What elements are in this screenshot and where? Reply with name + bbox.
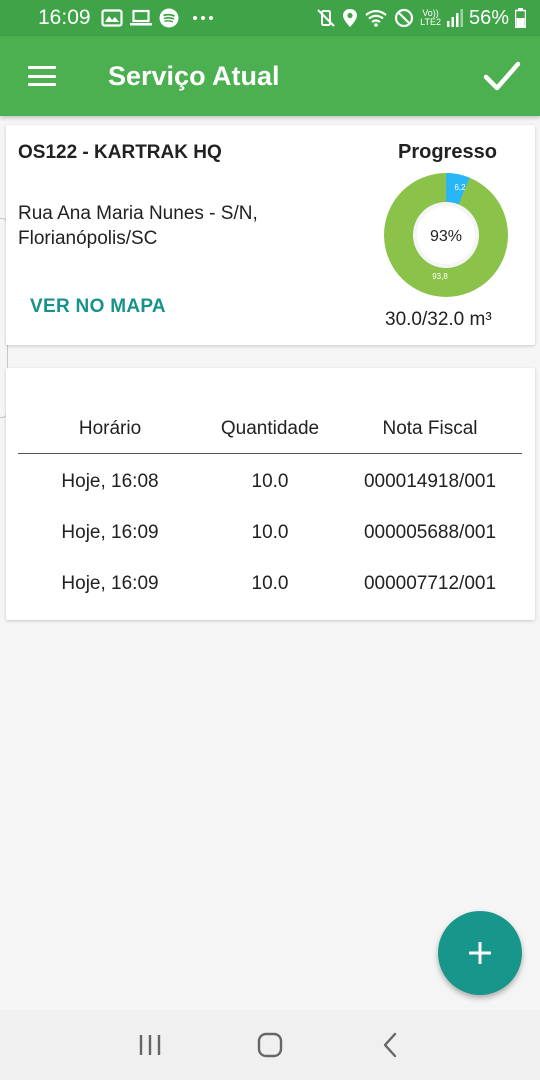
cell-invoice: 000007712/001 xyxy=(363,573,497,594)
cell-invoice: 000005688/001 xyxy=(363,522,497,543)
battery-icon xyxy=(515,8,526,28)
back-icon xyxy=(383,1032,397,1058)
recent-apps-button[interactable] xyxy=(130,1025,170,1065)
mute-vibrate-icon xyxy=(317,9,335,27)
volte-indicator: Vo)) LTE2 xyxy=(420,8,441,27)
notification-icons xyxy=(100,8,214,28)
battery-percent: 56% xyxy=(468,6,509,29)
volume-readout: 30.0/32.0 m³ xyxy=(385,309,492,330)
header-quantity: Quantidade xyxy=(220,418,320,439)
progress-title: Progresso xyxy=(398,141,497,163)
menu-icon[interactable] xyxy=(28,66,56,86)
service-card: OS122 - KARTRAK HQ Rua Ana Maria Nunes -… xyxy=(6,125,535,345)
table-row: Hoje, 16:09 10.0 000005688/001 xyxy=(18,522,522,544)
laptop-icon xyxy=(129,9,152,26)
status-bar: 16:09 Vo)) LTE2 56% xyxy=(0,0,540,36)
back-button[interactable] xyxy=(370,1025,410,1065)
plus-icon xyxy=(469,942,491,964)
table-row: Hoje, 16:08 10.0 000014918/001 xyxy=(18,471,522,493)
header-time: Horário xyxy=(78,418,142,439)
recent-apps-icon xyxy=(139,1035,161,1055)
cell-quantity: 10.0 xyxy=(251,573,289,594)
signal-icon xyxy=(446,9,463,27)
app-bar: Serviço Atual xyxy=(0,36,540,116)
blocked-icon xyxy=(395,8,414,28)
cell-time: Hoje, 16:09 xyxy=(61,522,159,543)
location-icon xyxy=(343,9,358,27)
gallery-icon xyxy=(100,9,123,27)
home-button[interactable] xyxy=(250,1025,290,1065)
table-header: Horário Quantidade Nota Fiscal xyxy=(18,418,522,454)
service-address: Rua Ana Maria Nunes - S/N, Florianópolis… xyxy=(18,203,258,249)
cell-quantity: 10.0 xyxy=(251,471,289,492)
add-delivery-button[interactable] xyxy=(438,911,522,995)
cell-invoice: 000014918/001 xyxy=(363,471,497,492)
spotify-icon xyxy=(159,8,179,28)
deliveries-table: Horário Quantidade Nota Fiscal Hoje, 16:… xyxy=(6,368,535,620)
wifi-icon xyxy=(365,9,387,27)
cell-time: Hoje, 16:08 xyxy=(61,471,159,492)
cell-time: Hoje, 16:09 xyxy=(61,573,159,594)
check-icon[interactable] xyxy=(482,56,522,96)
status-time: 16:09 xyxy=(38,6,91,29)
header-invoice: Nota Fiscal xyxy=(382,418,478,439)
progress-donut-chart: 93% 6,2 93,8 xyxy=(384,173,508,297)
cell-quantity: 10.0 xyxy=(251,522,289,543)
home-icon xyxy=(257,1032,283,1058)
donut-small-slice-label: 6,2 xyxy=(454,183,466,192)
table-row: Hoje, 16:09 10.0 000007712/001 xyxy=(18,573,522,595)
donut-center-label: 93% xyxy=(430,228,462,245)
page-title: Serviço Atual xyxy=(108,60,280,91)
system-nav-bar xyxy=(0,1010,540,1080)
system-indicators: Vo)) LTE2 56% xyxy=(316,7,526,30)
more-dots-icon xyxy=(192,16,213,20)
service-order-title: OS122 - KARTRAK HQ xyxy=(18,142,222,163)
donut-large-slice-label: 93,8 xyxy=(432,272,448,281)
view-on-map-button[interactable]: VER NO MAPA xyxy=(30,296,166,318)
